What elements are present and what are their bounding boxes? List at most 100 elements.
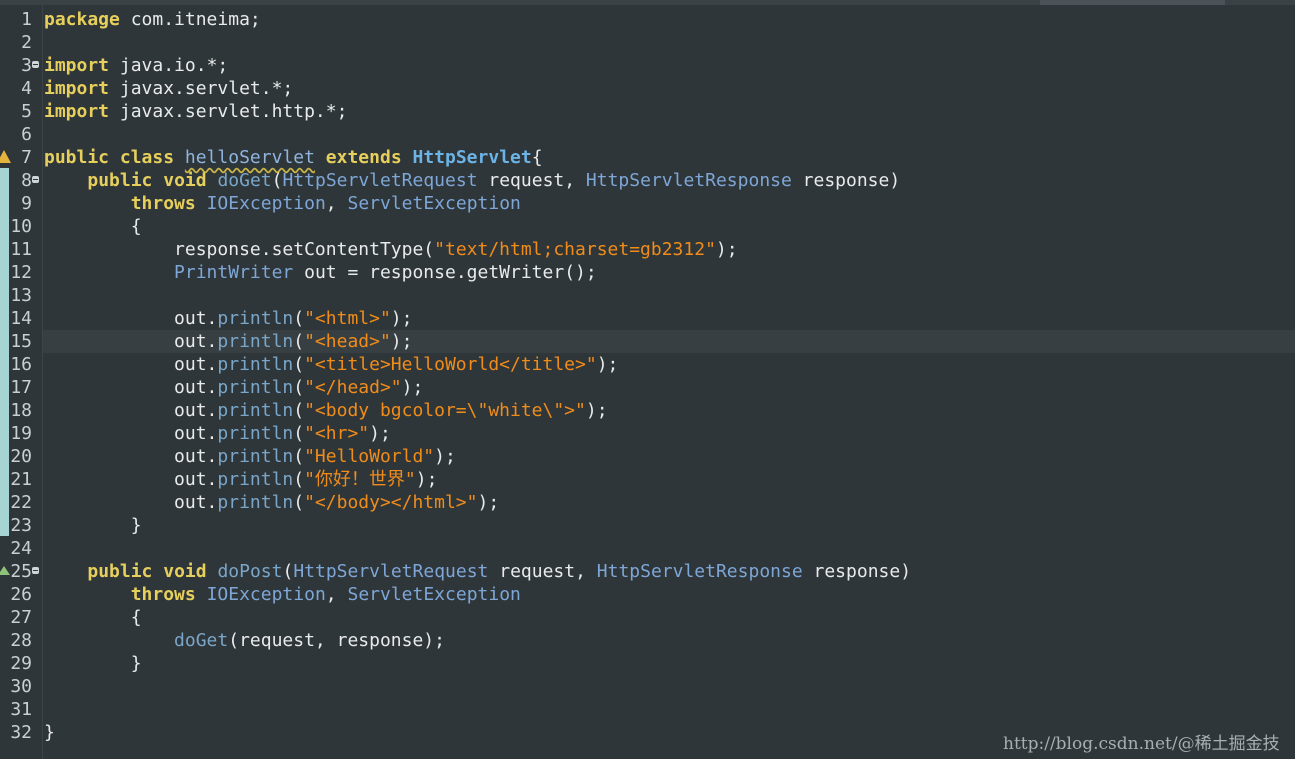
code-line[interactable]: 2 xyxy=(0,31,1295,54)
code-token: doPost xyxy=(217,561,283,582)
code-line[interactable]: 30 xyxy=(0,675,1295,698)
code-token: , xyxy=(325,584,348,605)
code-token: javax.servlet.*; xyxy=(109,78,294,99)
code-token: println xyxy=(217,423,294,444)
line-number: 16 xyxy=(10,354,32,375)
code-line[interactable]: 7 public class helloServlet extends HttpS… xyxy=(0,146,1295,169)
code-line[interactable]: 17 out.println("</head>"); xyxy=(0,376,1295,399)
code-line[interactable]: 6 xyxy=(0,123,1295,146)
code-token: out. xyxy=(44,331,218,352)
line-number: 32 xyxy=(10,722,32,743)
code-token: ServletException xyxy=(347,193,521,214)
code-line[interactable]: 18 out.println("<body bgcolor=\"white\">… xyxy=(0,399,1295,422)
code-token: out = response.getWriter(); xyxy=(293,262,597,283)
code-token: HttpServletRequest xyxy=(282,170,478,191)
code-token: HttpServletRequest xyxy=(293,561,489,582)
code-token: ( xyxy=(282,561,294,582)
line-number: 31 xyxy=(10,699,32,720)
code-token: import xyxy=(44,55,110,76)
code-token: IOException xyxy=(206,193,326,214)
editor-tab[interactable] xyxy=(1040,0,1225,5)
code-line[interactable]: 24 xyxy=(0,537,1295,560)
code-line[interactable]: 27 { xyxy=(0,606,1295,629)
code-line[interactable]: 9 throws IOException, ServletException xyxy=(0,192,1295,215)
code-line[interactable]: 13 xyxy=(0,284,1295,307)
code-text: } xyxy=(44,514,142,537)
code-text: response.setContentType("text/html;chars… xyxy=(44,238,738,261)
code-line[interactable]: 15 out.println("<head>"); xyxy=(0,330,1295,353)
code-line[interactable]: 29 } xyxy=(0,652,1295,675)
code-text: out.println("</body></html>"); xyxy=(44,491,499,514)
line-number: 20 xyxy=(10,446,32,467)
code-token: HttpServletResponse xyxy=(585,170,792,191)
code-token: ServletException xyxy=(347,584,521,605)
code-line[interactable]: 3 import java.io.*; xyxy=(0,54,1295,77)
code-token: void xyxy=(163,170,207,191)
code-token: "<head>" xyxy=(304,331,391,352)
code-token: "<body bgcolor=\"white\">" xyxy=(304,400,586,421)
code-line[interactable]: 12 PrintWriter out = response.getWriter(… xyxy=(0,261,1295,284)
code-token: out. xyxy=(44,377,218,398)
code-token: ); xyxy=(401,377,424,398)
code-line[interactable]: 16 out.println("<title>HelloWorld</title… xyxy=(0,353,1295,376)
line-number: 4 xyxy=(21,78,32,99)
line-number: 7 xyxy=(21,147,32,168)
code-token: javax.servlet.http.*; xyxy=(109,101,348,122)
code-text: public void doPost(HttpServletRequest re… xyxy=(44,560,911,583)
code-line[interactable]: 22 out.println("</body></html>"); xyxy=(0,491,1295,514)
watermark: http://blog.csdn.net/@稀土掘金技术社区 xyxy=(1003,734,1280,754)
code-token: out. xyxy=(44,423,218,444)
code-line[interactable]: 4 import javax.servlet.*; xyxy=(0,77,1295,100)
code-line[interactable]: 23 } xyxy=(0,514,1295,537)
code-line[interactable]: 20 out.println("HelloWorld"); xyxy=(0,445,1295,468)
line-number: 29 xyxy=(10,653,32,674)
code-text: package com.itneima; xyxy=(44,8,261,31)
code-token: response) xyxy=(791,170,901,191)
code-line[interactable]: 11 response.setContentType("text/html;ch… xyxy=(0,238,1295,261)
code-token: package xyxy=(44,9,120,30)
code-token: out. xyxy=(44,492,218,513)
code-token: ( xyxy=(293,400,305,421)
code-token: request, xyxy=(477,170,586,191)
code-token: println xyxy=(217,308,294,329)
line-number: 26 xyxy=(10,584,32,605)
code-line[interactable]: 25 public void doPost(HttpServletRequest… xyxy=(0,560,1295,583)
line-number: 10 xyxy=(10,216,32,237)
code-line[interactable]: 8 public void doGet(HttpServletRequest r… xyxy=(0,169,1295,192)
code-line[interactable]: 21 out.println("你好！世界"); xyxy=(0,468,1295,491)
code-token: out. xyxy=(44,308,218,329)
fold-toggle-icon[interactable] xyxy=(32,176,39,183)
warning-icon[interactable] xyxy=(0,150,11,163)
code-line[interactable]: 1 package com.itneima; xyxy=(0,8,1295,31)
line-number: 24 xyxy=(10,538,32,559)
code-line[interactable]: 26 throws IOException, ServletException xyxy=(0,583,1295,606)
code-line[interactable]: 31 xyxy=(0,698,1295,721)
code-token: ( xyxy=(293,492,305,513)
code-line[interactable]: 19 out.println("<hr>"); xyxy=(0,422,1295,445)
code-line[interactable]: 10 { xyxy=(0,215,1295,238)
code-token: HttpServletResponse xyxy=(596,561,803,582)
override-icon[interactable] xyxy=(0,566,10,575)
fold-toggle-icon[interactable] xyxy=(32,567,39,574)
code-text: out.println("<hr>"); xyxy=(44,422,391,445)
code-line[interactable]: 5 import javax.servlet.http.*; xyxy=(0,100,1295,123)
code-token: ( xyxy=(293,308,305,329)
code-text: throws IOException, ServletException xyxy=(44,583,521,606)
code-line[interactable]: 28 doGet(request, response); xyxy=(0,629,1295,652)
code-token: response) xyxy=(802,561,912,582)
code-token: public xyxy=(44,147,110,168)
fold-toggle-icon[interactable] xyxy=(32,61,39,68)
code-token: } xyxy=(44,653,142,674)
code-token: (request, response); xyxy=(228,630,445,651)
code-editor[interactable]: 1 package com.itneima; 2 3 import java.io.*;… xyxy=(0,0,1295,759)
code-token: doGet xyxy=(174,630,229,651)
code-line[interactable]: 14 out.println("<html>"); xyxy=(0,307,1295,330)
code-token: out. xyxy=(44,469,218,490)
